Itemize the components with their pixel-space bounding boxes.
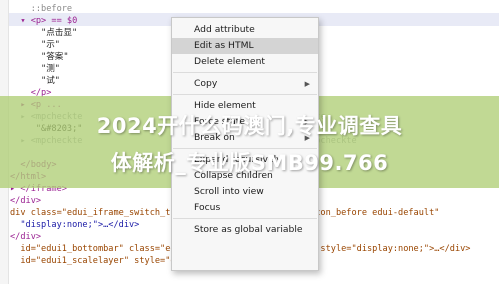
- menu-delete-element[interactable]: Delete element: [172, 54, 318, 70]
- menu-edit-as-html[interactable]: Edit as HTML: [172, 38, 318, 54]
- banner-line-2: 体解析_专业版SMB99.766: [110, 151, 389, 175]
- banner-line-1: 2024开什么码澳门,专业调查具: [96, 114, 403, 138]
- menu-add-attribute[interactable]: Add attribute: [172, 22, 318, 38]
- menu-separator: [173, 218, 317, 219]
- menu-item-label: Delete element: [194, 56, 265, 67]
- menu-item-label: Scroll into view: [194, 186, 264, 197]
- menu-scroll-into-view[interactable]: Scroll into view: [172, 184, 318, 200]
- menu-item-label: Store as global variable: [194, 224, 303, 235]
- menu-item-label: Edit as HTML: [194, 40, 254, 51]
- submenu-arrow-icon: ▶: [304, 80, 310, 88]
- menu-item-label: Add attribute: [194, 24, 255, 35]
- menu-separator: [173, 94, 317, 95]
- menu-separator: [173, 72, 317, 73]
- menu-focus[interactable]: Focus: [172, 200, 318, 216]
- menu-store-as-global-variable[interactable]: Store as global variable: [172, 222, 318, 238]
- menu-copy[interactable]: Copy ▶: [172, 76, 318, 92]
- menu-item-label: Focus: [194, 202, 221, 213]
- menu-item-label: Copy: [194, 78, 218, 89]
- context-menu: Add attribute Edit as HTML Delete element C…: [171, 17, 319, 271]
